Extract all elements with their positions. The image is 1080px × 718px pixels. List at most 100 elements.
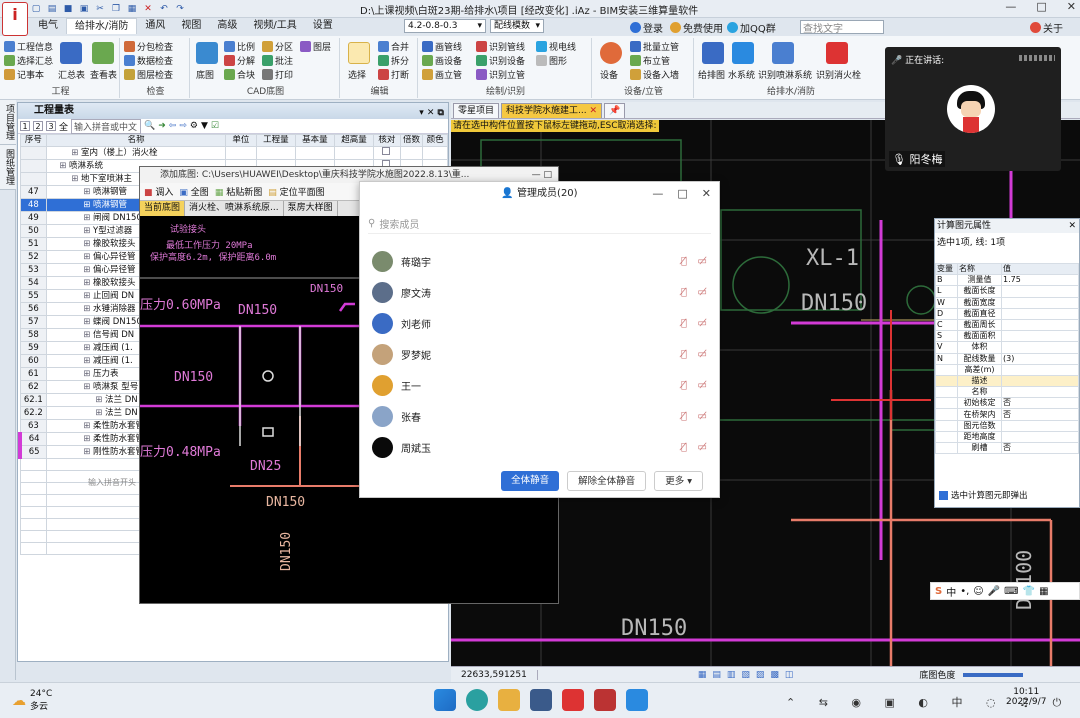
delete-icon[interactable]: ✕ — [142, 3, 154, 15]
wps-icon[interactable] — [562, 689, 584, 711]
device-button[interactable]: 设备 — [600, 68, 618, 81]
paste-new-button[interactable]: ▦ 粘贴新图 — [215, 185, 262, 198]
expand-icon[interactable]: ⊞ — [83, 226, 93, 236]
column-header[interactable]: 倍数 — [399, 134, 424, 147]
about-link[interactable]: 关于 — [1030, 20, 1063, 35]
menu-tab-1[interactable]: 给排水/消防 — [66, 18, 138, 34]
member-row[interactable]: 蒋璐宇 🎙̸ ▭̸ — [360, 246, 719, 277]
filter-icon[interactable]: ▼ — [201, 121, 208, 131]
level-2-button[interactable]: 2 — [33, 121, 43, 131]
search-icon[interactable]: 🔍 — [144, 121, 155, 131]
device-big-icon[interactable] — [600, 42, 622, 64]
expand-icon[interactable]: ⊞ — [95, 395, 105, 405]
open-icon[interactable]: ▤ — [46, 3, 58, 15]
view-table-icon[interactable] — [92, 42, 114, 64]
expand-icon[interactable]: ⊞ — [83, 265, 93, 275]
column-header[interactable]: 超高量 — [333, 134, 374, 147]
camera-off-icon[interactable]: ▭̸ — [698, 411, 707, 422]
column-header[interactable]: 颜色 — [422, 134, 448, 147]
member-search-input[interactable]: ⚲ 搜索成员 — [368, 214, 711, 234]
project-info-button[interactable]: 工程信息 — [4, 40, 53, 53]
hydrant-icon[interactable] — [826, 42, 848, 64]
ime-toolbar[interactable]: S 中 •, ☺ 🎤 ⌨ 👕 ▦ — [930, 582, 1080, 600]
props-value[interactable] — [1001, 386, 1079, 399]
settings-icon[interactable]: ⚙ — [190, 121, 198, 131]
column-header[interactable]: 单位 — [225, 134, 257, 147]
menu-tab-4[interactable]: 高级 — [209, 18, 245, 34]
props-value[interactable]: 否 — [1001, 408, 1079, 421]
maximize-button[interactable]: □ — [1036, 0, 1046, 13]
props-row[interactable]: L 截面长度 — [935, 285, 1079, 298]
maximize-button[interactable]: □ — [677, 182, 687, 206]
meeting-icon[interactable] — [626, 689, 648, 711]
undo-icon[interactable]: ↶ — [158, 3, 170, 15]
expand-icon[interactable]: ⊞ — [83, 252, 93, 262]
expand-icon[interactable]: ⊞ — [83, 369, 93, 379]
notepad-button[interactable]: 记事本 — [4, 68, 44, 81]
member-row[interactable]: 廖文涛 🎙̸ ▭̸ — [360, 277, 719, 308]
props-row[interactable]: B 测量值 1.75 — [935, 274, 1079, 287]
props-value[interactable]: 1.75 — [1001, 274, 1079, 287]
edge-icon[interactable] — [466, 689, 488, 711]
member-row[interactable]: 王一 🎙̸ ▭̸ — [360, 370, 719, 401]
tab-hydrant-sprinkler[interactable]: 消火栓、喷淋系统原... — [185, 201, 284, 216]
recognize-pipe-button[interactable]: 识别管线 — [476, 40, 525, 53]
ime-voice-icon[interactable]: 🎤 — [988, 586, 1000, 597]
member-row[interactable]: 罗梦妮 🎙̸ ▭̸ — [360, 339, 719, 370]
props-row[interactable]: C 截面周长 — [935, 318, 1079, 332]
combine-block-button[interactable]: 合块 — [224, 68, 255, 81]
pin-icon[interactable]: 📌 — [604, 103, 626, 118]
props-row[interactable]: W 截面宽度 — [935, 296, 1079, 309]
ime-emoji-icon[interactable]: ☺ — [973, 586, 983, 597]
mic-muted-icon[interactable]: 🎙̸ — [681, 349, 687, 360]
props-value[interactable] — [1001, 419, 1079, 432]
member-row[interactable]: 刘老师 🎙̸ ▭̸ — [360, 308, 719, 339]
props-value[interactable]: 否 — [1001, 441, 1079, 455]
tab-drawing-management[interactable]: 图纸管理 — [0, 145, 16, 190]
expand-icon[interactable]: ⊞ — [83, 356, 93, 366]
package-check-button[interactable]: 分包检查 — [124, 40, 173, 53]
cut-icon[interactable]: ✂ — [94, 3, 106, 15]
arrow-right-icon[interactable]: ➜ — [158, 121, 166, 131]
close-icon[interactable]: ✕ — [589, 106, 597, 116]
ime-keyboard-icon[interactable]: ⌨ — [1004, 586, 1018, 597]
table-row[interactable]: ⊞ 室内（楼上）消火栓 — [19, 146, 448, 160]
props-value[interactable] — [1001, 307, 1079, 320]
props-row[interactable]: 高差(m) — [935, 363, 1079, 376]
save-icon[interactable]: ■ — [62, 3, 74, 15]
floor-combo[interactable]: 4.2-0.8-0.3 ▾ — [404, 19, 486, 33]
shape-button[interactable]: 图形 — [536, 54, 567, 67]
split-button[interactable]: 拆分 — [378, 54, 409, 67]
menu-tab-5[interactable]: 视频/工具 — [245, 18, 304, 34]
props-value[interactable] — [1001, 285, 1079, 298]
props-value[interactable]: (3) — [1001, 352, 1079, 365]
recognize-hydrant-button[interactable]: 识别消火栓 — [816, 68, 861, 81]
props-row[interactable]: V 体积 — [935, 341, 1079, 354]
expand-icon[interactable]: ⊞ — [59, 161, 69, 171]
save-as-icon[interactable]: ▣ — [78, 3, 90, 15]
copy-icon[interactable]: ❐ — [110, 3, 122, 15]
expand-icon[interactable]: ⊞ — [83, 317, 93, 327]
ime-menu-icon[interactable]: ▦ — [1039, 586, 1048, 597]
arrow-back-icon[interactable]: ⇨ — [179, 121, 187, 131]
camera-off-icon[interactable]: ▭̸ — [698, 349, 707, 360]
recognize-riser-button[interactable]: 识别立管 — [476, 68, 525, 81]
props-value[interactable] — [1001, 341, 1079, 354]
expand-icon[interactable]: ⊞ — [83, 330, 93, 340]
column-header[interactable]: 基本量 — [294, 134, 335, 147]
props-value[interactable] — [1001, 318, 1079, 332]
camera-off-icon[interactable]: ▭̸ — [698, 318, 707, 329]
draw-device-button[interactable]: 画设备 — [422, 54, 462, 67]
expand-icon[interactable]: ⊞ — [83, 278, 93, 288]
props-value[interactable] — [1001, 363, 1079, 376]
zone-button[interactable]: 分区 — [262, 40, 293, 53]
select-arrow-icon[interactable] — [348, 42, 370, 64]
props-value[interactable] — [1001, 430, 1079, 444]
device-into-wall-button[interactable]: 设备入墙 — [630, 68, 679, 81]
data-check-button[interactable]: 数据检查 — [124, 54, 173, 67]
level-1-button[interactable]: 1 — [20, 121, 30, 131]
expand-icon[interactable]: ⊞ — [83, 187, 93, 197]
layer-combo[interactable]: 配线模数 ▾ — [490, 19, 544, 33]
drainage-drawing-button[interactable]: 给排图 — [698, 68, 725, 81]
camera-off-icon[interactable]: ▭̸ — [698, 256, 707, 267]
